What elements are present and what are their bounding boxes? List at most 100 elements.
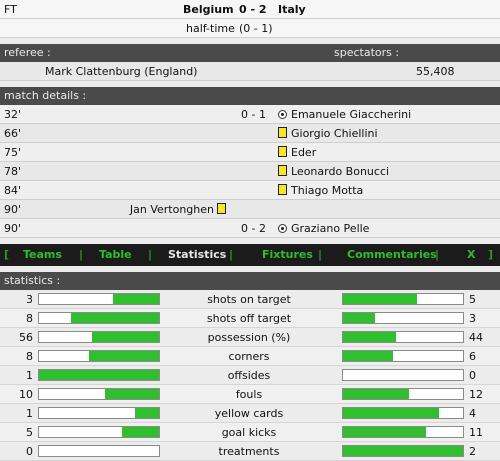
- statistics-list: 3 shots on target 5 8 shots off target 3 56 pos…: [0, 290, 500, 461]
- info-row: Mark Clattenburg (England) 55,408: [0, 62, 500, 81]
- away-value: 12: [469, 388, 483, 401]
- away-value: 11: [469, 426, 483, 439]
- home-team[interactable]: Belgium: [183, 0, 234, 19]
- stat-row: 1 yellow cards 4: [0, 404, 500, 423]
- stat-name: treatments: [218, 445, 280, 458]
- referee-label: referee :: [4, 46, 51, 59]
- away-value: 3: [469, 312, 476, 325]
- away-bar-fill: [343, 408, 439, 418]
- tab-table[interactable]: Table: [99, 244, 132, 266]
- tab-separator: [: [4, 248, 10, 261]
- close-tab[interactable]: X: [467, 244, 475, 266]
- away-bar-fill: [343, 294, 418, 304]
- stat-row: 8 corners 6: [0, 347, 500, 366]
- home-bar: [38, 293, 160, 305]
- home-value: 1: [26, 369, 33, 382]
- away-bar-fill: [343, 313, 376, 323]
- event-minute: 90': [4, 222, 22, 235]
- event-player[interactable]: Emanuele Giaccherini: [291, 105, 411, 124]
- stat-row: 0 treatments 2: [0, 442, 500, 461]
- tab-separator: |: [79, 248, 84, 261]
- home-bar-fill: [71, 313, 159, 323]
- away-bar-fill: [343, 446, 463, 456]
- home-bar: [38, 312, 160, 324]
- stat-row: 5 goal kicks 11: [0, 423, 500, 442]
- home-bar: [38, 369, 160, 381]
- away-bar: [342, 312, 464, 324]
- event-player[interactable]: Graziano Pelle: [291, 219, 369, 238]
- tab-statistics[interactable]: Statistics: [168, 244, 226, 266]
- referee-name: Mark Clattenburg (England): [45, 65, 198, 78]
- event-row: 90' 0 - 2 Graziano Pelle: [0, 219, 500, 238]
- goal-ball-icon: [278, 224, 287, 233]
- goal-ball-icon: [278, 110, 287, 119]
- away-value: 6: [469, 350, 476, 363]
- away-bar: [342, 369, 464, 381]
- stat-name: corners: [228, 350, 270, 363]
- spectators-count: 55,408: [416, 65, 455, 78]
- stat-row: 10 fouls 12: [0, 385, 500, 404]
- home-bar-fill: [121, 427, 159, 437]
- home-bar: [38, 350, 160, 362]
- tab-separator: |: [148, 248, 153, 261]
- tab-separator: |: [318, 248, 323, 261]
- away-value: 2: [469, 445, 476, 458]
- event-player[interactable]: Jan Vertonghen: [130, 200, 214, 219]
- home-bar: [38, 426, 160, 438]
- tab-separator: |: [229, 248, 234, 261]
- away-bar: [342, 350, 464, 362]
- halftime-row: half-time (0 - 1): [0, 19, 500, 38]
- away-bar-fill: [343, 332, 396, 342]
- event-score: 0 - 1: [241, 108, 266, 121]
- yellow-card-icon: [278, 127, 287, 138]
- event-minute: 78': [4, 165, 22, 178]
- away-bar: [342, 426, 464, 438]
- tab-commentaries[interactable]: Commentaries: [347, 244, 437, 266]
- home-value: 5: [26, 426, 33, 439]
- stat-name: shots off target: [206, 312, 292, 325]
- stat-row: 8 shots off target 3: [0, 309, 500, 328]
- home-value: 10: [19, 388, 33, 401]
- home-bar: [38, 388, 160, 400]
- event-row: 78' Leonardo Bonucci: [0, 162, 500, 181]
- event-player[interactable]: Leonardo Bonucci: [291, 162, 389, 181]
- spectators-label: spectators :: [334, 46, 400, 59]
- event-minute: 32': [4, 108, 22, 121]
- home-value: 1: [26, 407, 33, 420]
- event-minute: 75': [4, 146, 22, 159]
- halftime-label: half-time: [186, 22, 235, 35]
- halftime-score: (0 - 1): [239, 22, 273, 35]
- away-team[interactable]: Italy: [278, 0, 306, 19]
- home-bar: [38, 331, 160, 343]
- away-bar-fill: [343, 351, 394, 361]
- event-minute: 84': [4, 184, 22, 197]
- away-value: 5: [469, 293, 476, 306]
- home-bar-fill: [105, 389, 159, 399]
- away-bar-fill: [343, 427, 426, 437]
- tab-separator: ]: [488, 248, 494, 261]
- event-score: 0 - 2: [241, 222, 266, 235]
- home-bar-fill: [89, 351, 159, 361]
- tab-bar: [| | | | |] Teams Table Statistics Fixtures Comme…: [0, 244, 500, 266]
- tab-teams[interactable]: Teams: [23, 244, 62, 266]
- stat-row: 3 shots on target 5: [0, 290, 500, 309]
- home-bar: [38, 445, 160, 457]
- home-bar-fill: [113, 294, 159, 304]
- match-details-header: match details :: [0, 87, 500, 105]
- away-bar: [342, 407, 464, 419]
- home-value: 3: [26, 293, 33, 306]
- event-player[interactable]: Eder: [291, 143, 316, 162]
- home-bar-fill: [91, 332, 159, 342]
- home-value: 56: [19, 331, 33, 344]
- stat-name: shots on target: [207, 293, 291, 306]
- event-player[interactable]: Thiago Motta: [291, 181, 363, 200]
- away-value: 0: [469, 369, 476, 382]
- score: 0 - 2: [239, 3, 267, 16]
- away-bar: [342, 388, 464, 400]
- tab-fixtures[interactable]: Fixtures: [262, 244, 313, 266]
- event-row: 84' Thiago Motta: [0, 181, 500, 200]
- match-status: FT: [4, 3, 17, 16]
- event-player[interactable]: Giorgio Chiellini: [291, 124, 378, 143]
- stat-name: yellow cards: [214, 407, 284, 420]
- events-list: 32' 0 - 1 Emanuele Giaccherini 66' Giorgio C…: [0, 105, 500, 238]
